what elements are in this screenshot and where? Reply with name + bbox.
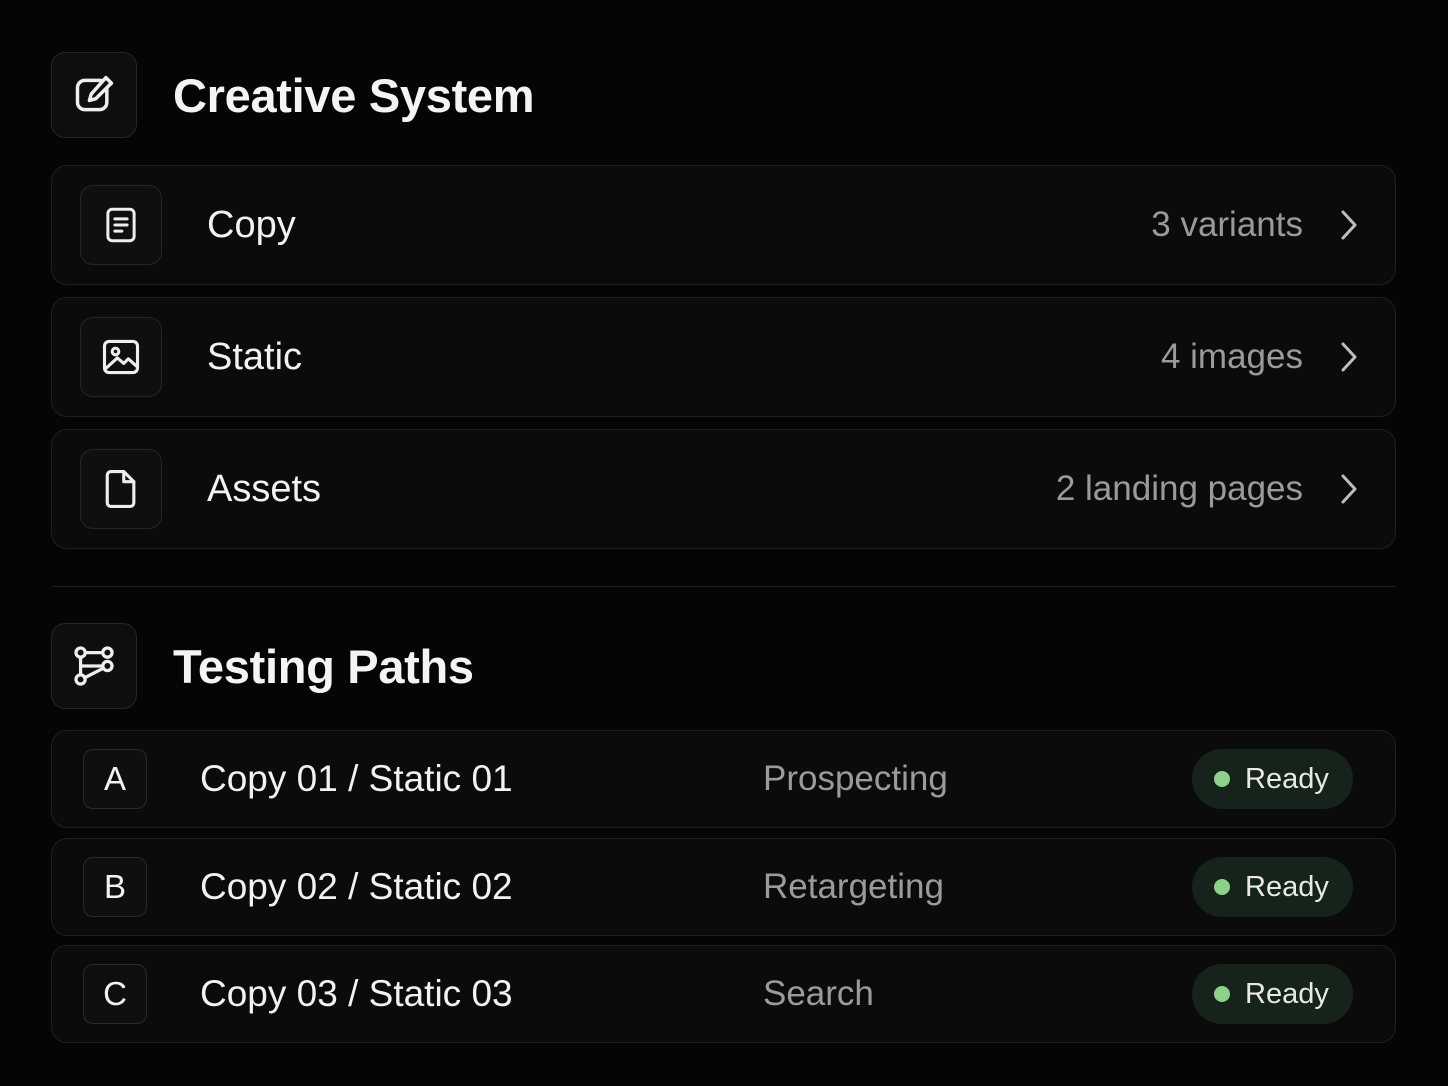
creative-system-header: Creative System (51, 52, 535, 138)
document-text-icon (80, 185, 162, 265)
path-combination: Copy 02 / Static 02 (200, 866, 513, 907)
section-divider (51, 586, 1396, 587)
status-text: Ready (1245, 870, 1329, 903)
status-dot-icon (1214, 771, 1230, 787)
image-icon (80, 317, 162, 397)
chevron-right-icon (1337, 471, 1361, 507)
path-letter-badge: C (83, 964, 147, 1024)
branch-icon (51, 623, 137, 709)
creative-row-count: 3 variants (1151, 205, 1303, 244)
path-audience: Retargeting (763, 867, 944, 906)
testing-path-row-c[interactable]: C Copy 03 / Static 03 Search Ready (51, 945, 1396, 1043)
chevron-right-icon (1337, 339, 1361, 375)
creative-row-static[interactable]: Static 4 images (51, 297, 1396, 417)
creative-row-label: Static (207, 335, 303, 378)
path-letter-badge: A (83, 749, 147, 809)
status-text: Ready (1245, 977, 1329, 1010)
testing-paths-header: Testing Paths (51, 623, 474, 709)
status-text: Ready (1245, 762, 1329, 795)
creative-row-copy[interactable]: Copy 3 variants (51, 165, 1396, 285)
path-letter-badge: B (83, 857, 147, 917)
path-combination: Copy 03 / Static 03 (200, 973, 513, 1014)
status-badge: Ready (1192, 857, 1353, 917)
testing-path-row-a[interactable]: A Copy 01 / Static 01 Prospecting Ready (51, 730, 1396, 828)
file-icon (80, 449, 162, 529)
creative-row-count: 2 landing pages (1055, 469, 1303, 508)
chevron-right-icon (1337, 207, 1361, 243)
path-audience: Prospecting (763, 759, 948, 798)
status-dot-icon (1214, 986, 1230, 1002)
creative-row-assets[interactable]: Assets 2 landing pages (51, 429, 1396, 549)
path-combination: Copy 01 / Static 01 (200, 758, 513, 799)
creative-system-title: Creative System (173, 68, 535, 122)
status-badge: Ready (1192, 749, 1353, 809)
path-audience: Search (763, 974, 874, 1013)
testing-path-row-b[interactable]: B Copy 02 / Static 02 Retargeting Ready (51, 838, 1396, 936)
creative-row-label: Assets (207, 467, 322, 510)
status-badge: Ready (1192, 964, 1353, 1024)
testing-paths-title: Testing Paths (173, 639, 474, 693)
edit-icon (51, 52, 137, 138)
page: Creative System Copy 3 variants Static 4… (0, 0, 1448, 1086)
status-dot-icon (1214, 879, 1230, 895)
creative-row-label: Copy (207, 203, 296, 246)
creative-row-count: 4 images (1160, 337, 1303, 376)
